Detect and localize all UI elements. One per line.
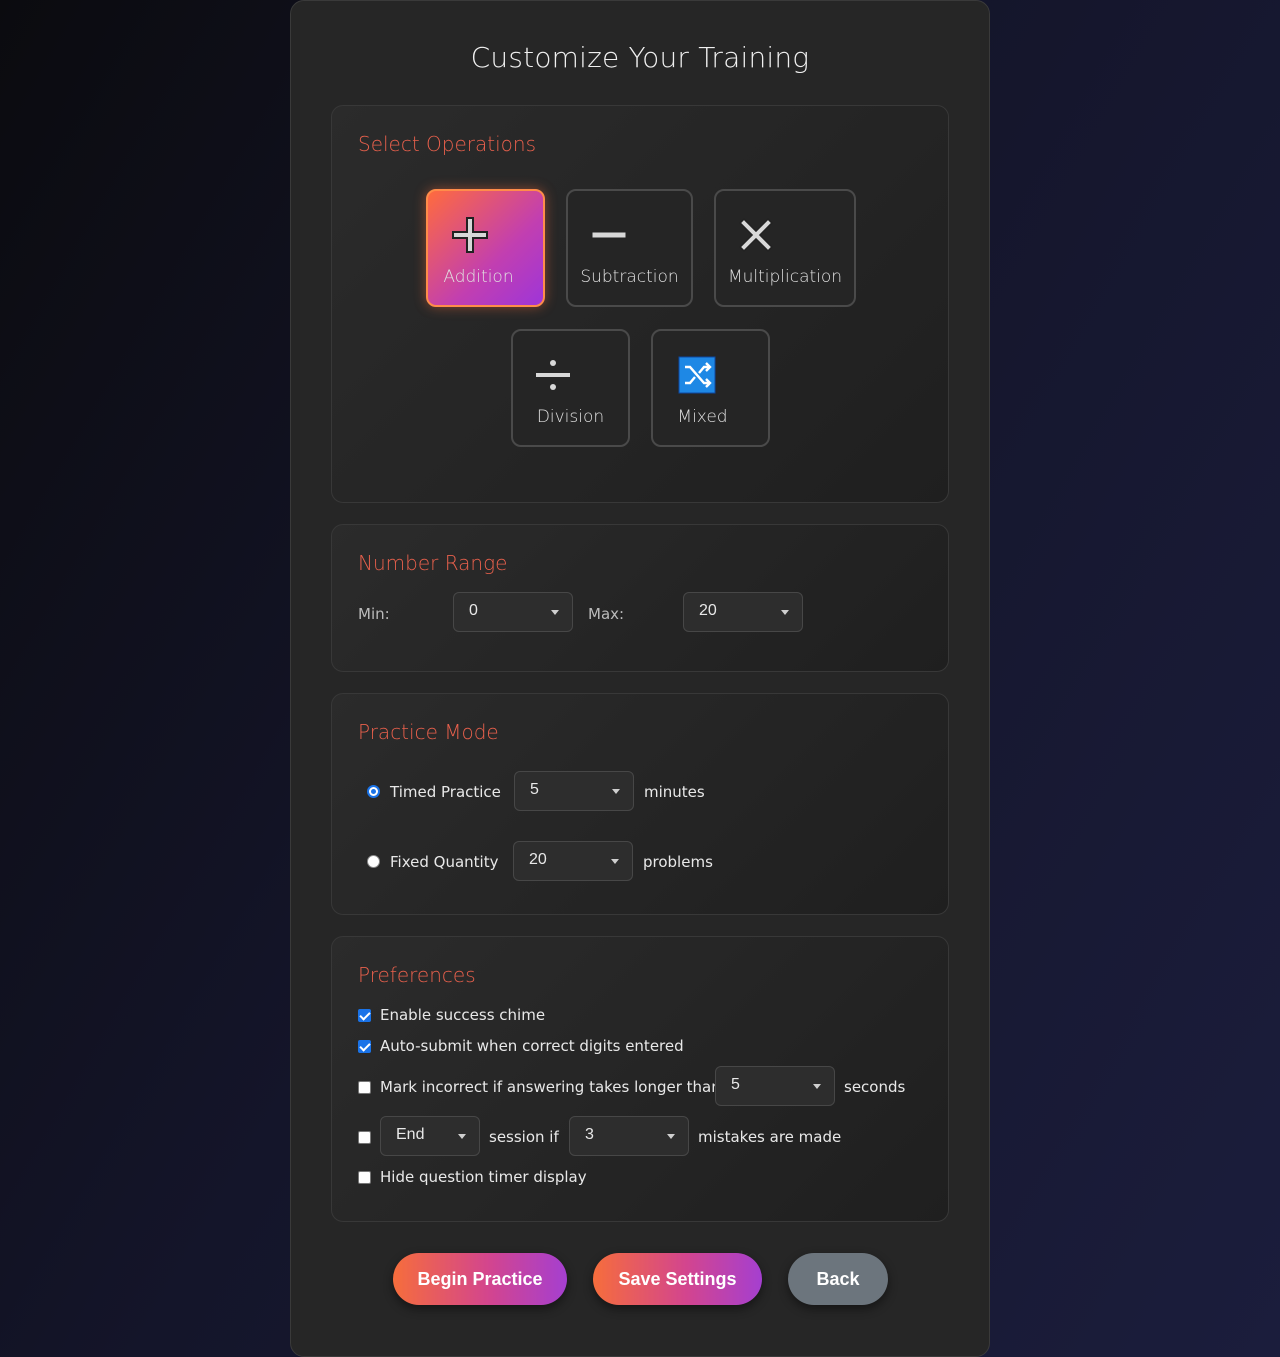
range-section: Number Range Min: 0 Max: 20 <box>331 524 949 672</box>
chime-label[interactable]: Enable success chime <box>380 1006 545 1024</box>
fixed-radio[interactable] <box>367 855 380 868</box>
op-subtraction-button[interactable]: Subtraction <box>566 189 693 307</box>
autosubmit-label[interactable]: Auto-submit when correct digits entered <box>380 1037 684 1055</box>
min-select[interactable]: 0 <box>453 592 573 632</box>
min-label: Min: <box>358 605 390 623</box>
max-label: Max: <box>588 605 625 623</box>
chime-checkbox[interactable] <box>358 1009 371 1022</box>
operations-section: Select Operations Addition Subtraction M… <box>331 105 949 503</box>
chevron-down-icon <box>667 1134 675 1139</box>
op-division-label: Division <box>536 407 605 427</box>
chevron-down-icon <box>612 789 620 794</box>
max-value: 20 <box>699 602 717 619</box>
shuffle-icon <box>678 356 716 394</box>
timeout-seconds-value: 5 <box>731 1076 740 1093</box>
timeout-seconds-select[interactable]: 5 <box>715 1066 835 1106</box>
mistakes-value: 3 <box>585 1126 594 1143</box>
plus-icon <box>452 217 488 253</box>
minus-icon <box>591 231 627 239</box>
end-session-suffix: mistakes are made <box>698 1128 842 1146</box>
timed-minutes-value: 5 <box>530 781 539 798</box>
op-multiplication-button[interactable]: Multiplication <box>714 189 856 307</box>
timeout-checkbox[interactable] <box>358 1081 371 1094</box>
mistakes-select[interactable]: 3 <box>569 1116 689 1156</box>
preferences-section: Preferences Enable success chime Auto-su… <box>331 936 949 1222</box>
hide-timer-label[interactable]: Hide question timer display <box>380 1168 587 1186</box>
timed-label[interactable]: Timed Practice <box>390 783 501 801</box>
divide-icon <box>536 360 570 390</box>
op-subtraction-label: Subtraction <box>580 267 679 287</box>
end-action-value: End <box>396 1126 425 1143</box>
fixed-quantity-value: 20 <box>529 851 547 868</box>
range-heading: Number Range <box>358 551 508 575</box>
operations-heading: Select Operations <box>358 132 537 156</box>
hide-timer-checkbox[interactable] <box>358 1171 371 1184</box>
min-value: 0 <box>469 602 478 619</box>
end-session-middle: session if <box>489 1128 559 1146</box>
mode-section: Practice Mode Timed Practice 5 minutes F… <box>331 693 949 915</box>
settings-card: Customize Your Training Select Operation… <box>290 0 990 1357</box>
autosubmit-checkbox[interactable] <box>358 1040 371 1053</box>
fixed-unit: problems <box>643 853 713 871</box>
chevron-down-icon <box>611 859 619 864</box>
preferences-heading: Preferences <box>358 963 476 987</box>
end-action-select[interactable]: End <box>380 1116 480 1156</box>
chevron-down-icon <box>458 1134 466 1139</box>
max-select[interactable]: 20 <box>683 592 803 632</box>
save-settings-button[interactable]: Save Settings <box>593 1253 762 1305</box>
op-mixed-button[interactable]: Mixed <box>651 329 770 447</box>
timed-radio[interactable] <box>367 785 380 798</box>
end-session-checkbox[interactable] <box>358 1131 371 1144</box>
op-division-button[interactable]: Division <box>511 329 630 447</box>
page-title: Customize Your Training <box>470 41 810 74</box>
op-mixed-label: Mixed <box>677 407 728 427</box>
timed-minutes-select[interactable]: 5 <box>514 771 634 811</box>
timeout-unit: seconds <box>844 1078 906 1096</box>
begin-practice-button[interactable]: Begin Practice <box>393 1253 567 1305</box>
timed-unit: minutes <box>644 783 705 801</box>
chevron-down-icon <box>781 610 789 615</box>
fixed-quantity-select[interactable]: 20 <box>513 841 633 881</box>
chevron-down-icon <box>551 610 559 615</box>
fixed-label[interactable]: Fixed Quantity <box>390 853 498 871</box>
back-button[interactable]: Back <box>788 1253 888 1305</box>
mode-heading: Practice Mode <box>358 720 499 744</box>
chevron-down-icon <box>813 1084 821 1089</box>
op-addition-label: Addition <box>443 267 514 287</box>
op-addition-button[interactable]: Addition <box>426 189 545 307</box>
op-multiplication-label: Multiplication <box>727 267 843 287</box>
timeout-label[interactable]: Mark incorrect if answering takes longer… <box>380 1078 721 1096</box>
times-icon <box>739 218 773 252</box>
